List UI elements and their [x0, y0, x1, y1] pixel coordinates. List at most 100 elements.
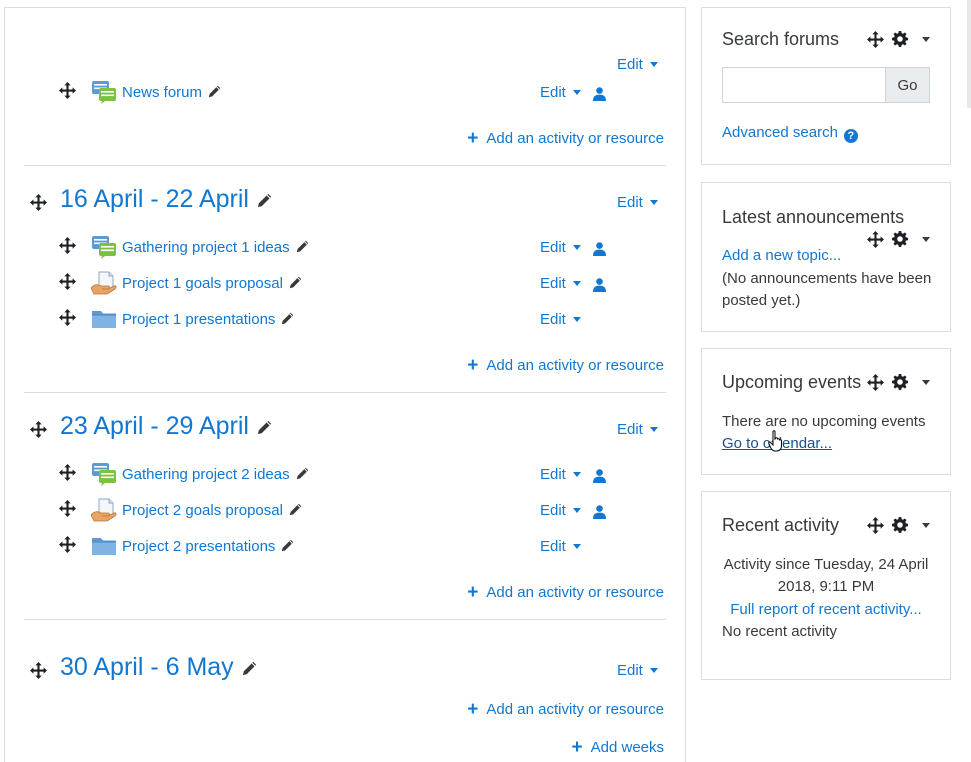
move-icon[interactable] [30, 194, 47, 211]
activity-link[interactable]: Project 1 presentations [122, 311, 294, 328]
no-announcements-line: posted yet.) [722, 292, 801, 309]
scrollbar[interactable] [967, 0, 971, 108]
chevron-down-icon [649, 667, 658, 673]
chevron-down-icon[interactable] [922, 380, 930, 385]
add-activity-button[interactable]: + Add an activity or resource [467, 128, 664, 149]
person-icon[interactable] [593, 469, 606, 483]
move-icon[interactable] [59, 309, 76, 326]
section-title[interactable]: 23 April - 29 April [60, 412, 272, 441]
move-icon[interactable] [59, 82, 76, 99]
gear-icon[interactable] [892, 374, 908, 390]
add-activity-button[interactable]: + Add an activity or resource [467, 699, 664, 720]
person-icon[interactable] [593, 87, 606, 101]
forum-icon [91, 462, 117, 486]
gear-icon[interactable] [892, 231, 908, 247]
activity-name: Project 1 goals proposal [122, 275, 283, 292]
add-activity-label: Add an activity or resource [486, 701, 664, 718]
advanced-search-link[interactable]: Advanced search [722, 124, 838, 141]
pencil-icon[interactable] [257, 193, 272, 208]
section-divider [24, 392, 666, 393]
section-edit-menu[interactable]: Edit [617, 662, 658, 679]
chevron-down-icon [649, 61, 658, 67]
plus-icon: + [467, 582, 479, 603]
activity-row: Project 1 presentations Edit [5, 307, 687, 335]
activity-edit-menu[interactable]: Edit [540, 466, 581, 483]
edit-label: Edit [540, 239, 566, 256]
pencil-icon[interactable] [296, 240, 309, 253]
block-title: Recent activity [722, 515, 840, 535]
activity-edit-menu[interactable]: Edit [540, 275, 581, 292]
activity-edit-menu[interactable]: Edit [540, 538, 581, 555]
pencil-icon[interactable] [281, 312, 294, 325]
chevron-down-icon [572, 507, 581, 513]
activity-name: News forum [122, 84, 203, 101]
chevron-down-icon [572, 471, 581, 477]
add-activity-button[interactable]: + Add an activity or resource [467, 356, 664, 375]
section-edit-menu[interactable]: Edit [617, 194, 658, 211]
folder-icon [91, 534, 117, 558]
move-icon[interactable] [59, 464, 76, 481]
activity-row: Project 2 presentations Edit [5, 534, 687, 562]
move-icon[interactable] [59, 536, 76, 553]
gear-icon[interactable] [892, 517, 908, 533]
activity-edit-menu[interactable]: Edit [540, 84, 581, 101]
section-0-edit-menu[interactable]: Edit [617, 56, 658, 73]
move-icon[interactable] [59, 237, 76, 254]
add-activity-button[interactable]: + Add an activity or resource [467, 582, 664, 603]
pencil-icon[interactable] [208, 85, 221, 98]
pencil-icon[interactable] [289, 503, 302, 516]
section-title[interactable]: 30 April - 6 May [60, 653, 257, 682]
pencil-icon[interactable] [281, 539, 294, 552]
add-topic-link[interactable]: Add a new topic... [722, 247, 841, 264]
edit-label: Edit [617, 56, 643, 73]
activity-link[interactable]: Project 2 goals proposal [122, 502, 302, 519]
person-icon[interactable] [593, 278, 606, 292]
move-icon[interactable] [867, 517, 884, 534]
activity-link[interactable]: Gathering project 1 ideas [122, 239, 309, 256]
section-title[interactable]: 16 April - 22 April [60, 185, 272, 214]
add-activity-label: Add an activity or resource [486, 130, 664, 147]
activity-link[interactable]: News forum [122, 84, 221, 101]
plus-icon: + [467, 128, 479, 149]
block-controls [867, 231, 937, 248]
section-title-text: 23 April - 29 April [60, 412, 249, 440]
pencil-icon[interactable] [296, 467, 309, 480]
block-title: Upcoming events [722, 372, 862, 392]
plus-icon: + [467, 699, 479, 720]
block-controls [867, 517, 937, 534]
chevron-down-icon[interactable] [922, 523, 930, 528]
full-report-link[interactable]: Full report of recent activity... [730, 601, 921, 618]
move-icon[interactable] [867, 231, 884, 248]
chevron-down-icon[interactable] [922, 37, 930, 42]
pencil-icon[interactable] [242, 661, 257, 676]
person-icon[interactable] [593, 505, 606, 519]
move-icon[interactable] [867, 31, 884, 48]
activity-since-text: Activity since Tuesday, 24 April 2018, 9… [702, 554, 950, 598]
gear-icon[interactable] [892, 31, 908, 47]
no-recent-activity-text: No recent activity [722, 623, 838, 640]
move-icon[interactable] [30, 662, 47, 679]
person-icon[interactable] [593, 242, 606, 256]
pencil-icon[interactable] [289, 276, 302, 289]
move-icon[interactable] [59, 273, 76, 290]
forum-icon [91, 80, 117, 104]
activity-edit-menu[interactable]: Edit [540, 311, 581, 328]
activity-edit-menu[interactable]: Edit [540, 239, 581, 256]
search-input[interactable] [722, 67, 886, 103]
section-edit-menu[interactable]: Edit [617, 421, 658, 438]
move-icon[interactable] [59, 500, 76, 517]
activity-link[interactable]: Gathering project 2 ideas [122, 466, 309, 483]
move-icon[interactable] [30, 421, 47, 438]
chevron-down-icon[interactable] [922, 237, 930, 242]
go-to-calendar-link[interactable]: Go to calendar... [722, 435, 832, 452]
activity-name: Project 2 presentations [122, 538, 276, 555]
pencil-icon[interactable] [257, 420, 272, 435]
move-icon[interactable] [867, 374, 884, 391]
activity-link[interactable]: Project 1 goals proposal [122, 275, 302, 292]
activity-edit-menu[interactable]: Edit [540, 502, 581, 519]
activity-link[interactable]: Project 2 presentations [122, 538, 294, 555]
edit-label: Edit [540, 538, 566, 555]
go-button[interactable]: Go [885, 67, 930, 103]
help-icon[interactable]: ? [843, 129, 858, 143]
add-weeks-button[interactable]: + Add weeks [572, 738, 664, 757]
